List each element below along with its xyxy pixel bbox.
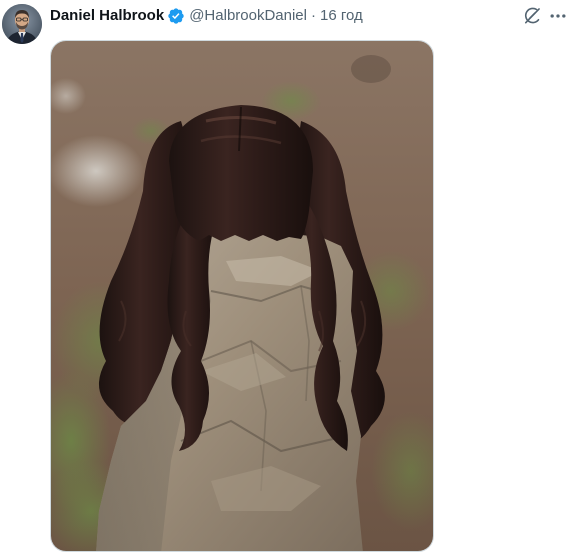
author-handle[interactable]: @HalbrookDaniel — [189, 6, 307, 26]
tweet[interactable]: Daniel Halbrook @HalbrookDaniel · 16 год — [0, 0, 579, 557]
grok-icon — [524, 7, 540, 24]
more-horizontal-icon — [550, 14, 566, 18]
tweet-timestamp[interactable]: 16 год — [320, 6, 363, 26]
photo-wig-on-rock — [51, 41, 433, 551]
separator-dot: · — [310, 7, 316, 24]
verified-badge-icon[interactable] — [167, 7, 185, 25]
more-options-button[interactable] — [546, 5, 570, 27]
avatar-image — [2, 4, 42, 44]
author-display-name[interactable]: Daniel Halbrook — [50, 6, 164, 26]
tweet-photo[interactable] — [50, 40, 434, 552]
tweet-header: Daniel Halbrook @HalbrookDaniel · 16 год — [50, 6, 363, 26]
grok-button[interactable] — [521, 5, 543, 27]
avatar[interactable] — [2, 4, 42, 44]
